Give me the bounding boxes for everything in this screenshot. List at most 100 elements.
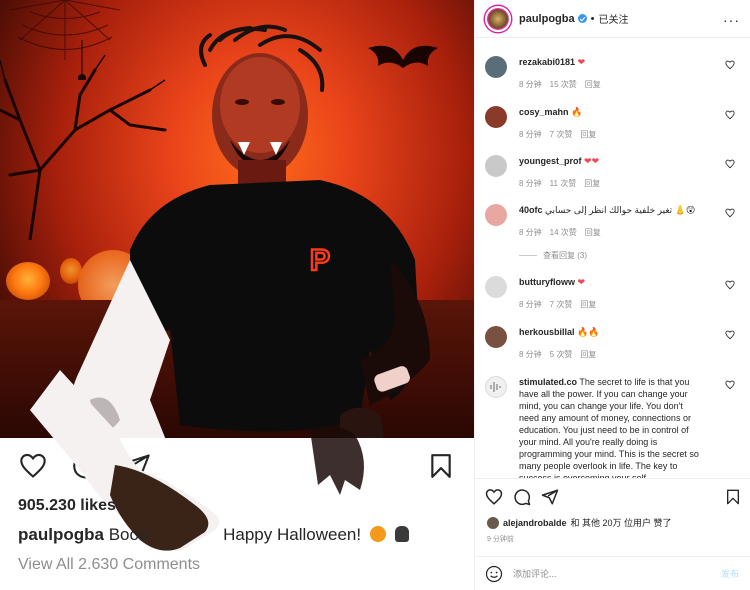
- comment-like-count[interactable]: 11 次赞: [550, 178, 577, 189]
- comment-like-count[interactable]: 14 次赞: [550, 227, 577, 238]
- reply-button[interactable]: 回复: [580, 349, 596, 360]
- jack-o-lantern-left: [6, 262, 50, 300]
- reply-button[interactable]: 回复: [585, 79, 601, 90]
- comment-time: 8 分钟: [519, 130, 542, 139]
- comment-body: butturyfloww ❤: [519, 276, 719, 288]
- comment-like-count[interactable]: 7 次赞: [550, 129, 573, 140]
- comment-time: 8 分钟: [519, 350, 542, 359]
- comment-emoji: ❤❤: [584, 156, 600, 166]
- instagram-post-view: P 905.230 likes paulpogba Booo Happy Hal…: [0, 0, 750, 590]
- comment-text: The secret to life is that you have all …: [519, 377, 699, 478]
- commenter-avatar[interactable]: [485, 56, 507, 78]
- vampire-emoji-icon: [394, 526, 409, 542]
- comment-like-icon[interactable]: [725, 159, 735, 169]
- post-caption: paulpogba Booo Happy Halloween!: [18, 525, 409, 545]
- comment-body: youngest_prof ❤❤: [519, 155, 719, 167]
- author-avatar[interactable]: [485, 5, 511, 32]
- sound-wave-icon: [490, 382, 501, 392]
- comment-like-icon[interactable]: [725, 110, 735, 120]
- caption-text-start: Booo: [108, 525, 149, 544]
- comment-meta: 8 分钟 5 次赞 回复: [519, 349, 596, 360]
- heart-icon[interactable]: [485, 488, 503, 506]
- comment-emoji: 🔥: [571, 107, 583, 117]
- comment-body: cosy_mahn 🔥: [519, 106, 719, 118]
- comment-body: 40ofc تغير خلفية حوالك انظر إلى حسابي 👃😲: [519, 204, 719, 216]
- comment-emoji: ❤: [577, 57, 586, 67]
- comment-input[interactable]: 添加评论...: [513, 567, 557, 580]
- commenter-avatar[interactable]: [485, 326, 507, 348]
- comment-text: تغير خلفية حوالك انظر إلى حسابي: [545, 205, 673, 215]
- caption-text-end: Happy Halloween!: [223, 525, 362, 544]
- comment-time: 8 分钟: [519, 228, 542, 237]
- post-likes-count[interactable]: 905.230 likes: [18, 497, 116, 515]
- comment-meta: 8 分钟 7 次赞 回复: [519, 299, 596, 310]
- comment-time: 8 分钟: [519, 179, 542, 188]
- comment-time: 8 分钟: [519, 300, 542, 309]
- comment-like-count[interactable]: 15 次赞: [550, 79, 577, 90]
- liker-username[interactable]: alejandrobalde: [503, 518, 567, 528]
- comment-like-icon[interactable]: [725, 380, 735, 390]
- comment-emoji: 👃😲: [674, 205, 696, 215]
- comment-meta: 8 分钟 7 次赞 回复: [519, 129, 596, 140]
- smiley-icon[interactable]: [485, 565, 503, 583]
- comment-meta: 8 分钟 14 次赞 回复: [519, 227, 601, 238]
- comment-meta: 8 分钟 15 次赞 回复: [519, 79, 601, 90]
- comment-username[interactable]: butturyfloww: [519, 277, 575, 287]
- comments-panel: paulpogba • 已关注 ··· rezakabi0181 ❤ 8 分钟 1…: [474, 0, 750, 590]
- comment-like-icon[interactable]: [725, 60, 735, 70]
- author-username[interactable]: paulpogba: [519, 13, 575, 25]
- share-icon[interactable]: [541, 488, 559, 506]
- bookmark-icon[interactable]: [725, 488, 741, 506]
- comment-body: rezakabi0181 ❤: [519, 56, 719, 68]
- reply-button[interactable]: 回复: [580, 129, 596, 140]
- commenter-avatar[interactable]: [485, 204, 507, 226]
- replies-divider-line: [519, 255, 537, 256]
- bookmark-icon[interactable]: [428, 452, 454, 480]
- comment-emoji: 🔥🔥: [577, 327, 600, 337]
- commenter-avatar[interactable]: [485, 276, 507, 298]
- comment-like-count[interactable]: 5 次赞: [550, 349, 573, 360]
- comment-icon[interactable]: [513, 488, 531, 506]
- more-options-icon[interactable]: ···: [723, 12, 740, 28]
- panel-action-bar: [475, 478, 750, 514]
- reply-button[interactable]: 回复: [580, 299, 596, 310]
- liked-by-summary: alejandrobalde 和 其他 20万 位用户 赞了: [487, 516, 672, 529]
- comment-username[interactable]: stimulated.co: [519, 377, 577, 387]
- liked-by-rest[interactable]: 和 其他 20万 位用户 赞了: [571, 516, 672, 529]
- view-all-comments-link[interactable]: View All 2.630 Comments: [18, 556, 200, 574]
- shirt-logo: P: [310, 244, 330, 277]
- post-timestamp: 9 分钟前: [487, 536, 514, 543]
- comment-body: herkousbillal 🔥🔥: [519, 326, 719, 338]
- comment-like-icon[interactable]: [725, 330, 735, 340]
- comment-like-count[interactable]: 7 次赞: [550, 299, 573, 310]
- post-comment-button[interactable]: 发布: [721, 567, 739, 580]
- comment-username[interactable]: youngest_prof: [519, 156, 582, 166]
- view-replies-label[interactable]: 查看回复 (3): [543, 250, 587, 261]
- add-comment-bar: 添加评论... 发布: [475, 556, 750, 590]
- comment-username[interactable]: herkousbillal: [519, 327, 575, 337]
- comment-like-icon[interactable]: [725, 208, 735, 218]
- comment-list: rezakabi0181 ❤ 8 分钟 15 次赞 回复 cosy_mahn 🔥 8…: [475, 38, 750, 478]
- comment-username[interactable]: 40ofc: [519, 205, 543, 215]
- header-separator: •: [590, 12, 595, 25]
- post-image[interactable]: P 905.230 likes paulpogba Booo Happy Hal…: [0, 0, 474, 590]
- liker-avatar[interactable]: [487, 516, 499, 529]
- comment-time: 8 分钟: [519, 80, 542, 89]
- caption-username[interactable]: paulpogba: [18, 525, 104, 544]
- pumpkin-emoji-icon: [369, 526, 386, 542]
- view-replies-button[interactable]: 查看回复 (3): [519, 250, 587, 261]
- reply-button[interactable]: 回复: [585, 227, 601, 238]
- dripping-hand-graphic: [310, 426, 364, 495]
- comment-username[interactable]: cosy_mahn: [519, 107, 569, 117]
- commenter-avatar[interactable]: [485, 106, 507, 128]
- commenter-avatar[interactable]: [485, 376, 507, 398]
- comment-body: stimulated.co The secret to life is that…: [519, 376, 705, 478]
- comment-emoji: ❤: [577, 277, 586, 287]
- reply-button[interactable]: 回复: [584, 178, 600, 189]
- commenter-avatar[interactable]: [485, 155, 507, 177]
- following-status-button[interactable]: 已关注: [598, 11, 628, 26]
- comment-like-icon[interactable]: [725, 280, 735, 290]
- comment-meta: 8 分钟 11 次赞 回复: [519, 178, 600, 189]
- comment-username[interactable]: rezakabi0181: [519, 57, 575, 67]
- post-header: paulpogba • 已关注 ···: [475, 0, 750, 38]
